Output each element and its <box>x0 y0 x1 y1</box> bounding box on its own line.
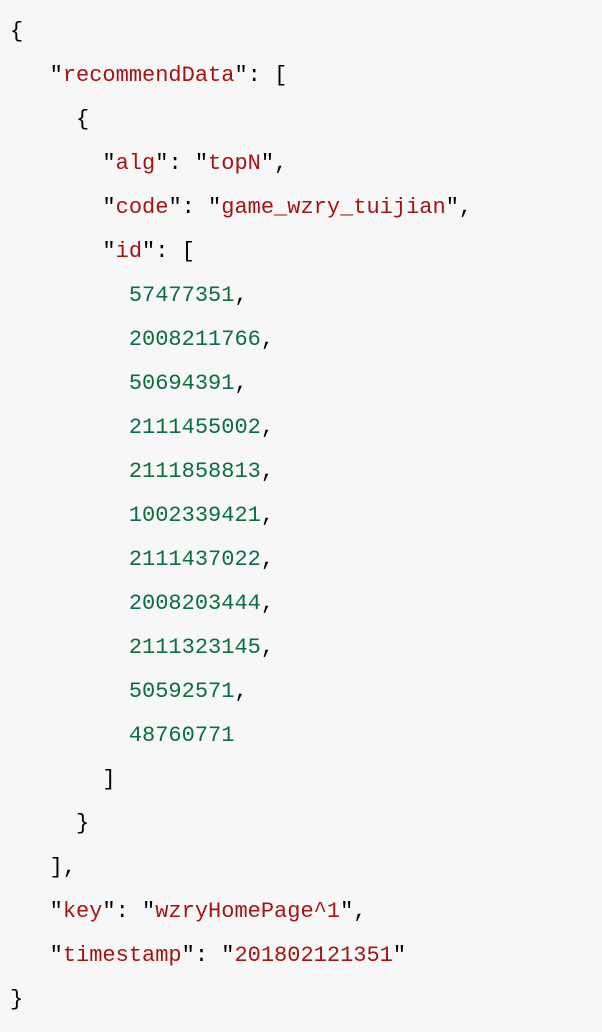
value-timestamp: 201802121351 <box>234 943 392 968</box>
quote: " <box>102 899 115 924</box>
bracket-close: ] <box>102 767 115 792</box>
brace-open: { <box>76 107 89 132</box>
key-id: id <box>116 239 142 264</box>
comma: , <box>274 151 287 176</box>
brace-close: } <box>76 811 89 836</box>
id-value-8: 2111323145 <box>129 635 261 660</box>
quote: " <box>102 239 115 264</box>
colon: : <box>155 239 168 264</box>
key-code: code <box>116 195 169 220</box>
comma: , <box>261 547 274 572</box>
id-value-1: 2008211766 <box>129 327 261 352</box>
comma: , <box>261 503 274 528</box>
id-value-6: 2111437022 <box>129 547 261 572</box>
quote: " <box>234 63 247 88</box>
quote: " <box>155 151 168 176</box>
key-recommendData: recommendData <box>63 63 235 88</box>
id-value-7: 2008203444 <box>129 591 261 616</box>
quote: " <box>102 151 115 176</box>
comma: , <box>234 283 247 308</box>
comma: , <box>261 591 274 616</box>
comma: , <box>261 459 274 484</box>
brace-open: { <box>10 19 23 44</box>
id-value-10: 48760771 <box>129 723 235 748</box>
quote: " <box>142 239 155 264</box>
colon: : <box>116 899 129 924</box>
value-alg: topN <box>208 151 261 176</box>
quote: " <box>50 899 63 924</box>
value-key: wzryHomePage^1 <box>155 899 340 924</box>
id-value-9: 50592571 <box>129 679 235 704</box>
quote: " <box>446 195 459 220</box>
id-value-5: 1002339421 <box>129 503 261 528</box>
json-code-block: { "recommendData": [ { "alg": "topN", "c… <box>10 10 592 1022</box>
comma: , <box>353 899 366 924</box>
value-code: game_wzry_tuijian <box>221 195 445 220</box>
comma: , <box>261 327 274 352</box>
comma: , <box>234 679 247 704</box>
brace-close: } <box>10 987 23 1012</box>
key-timestamp: timestamp <box>63 943 182 968</box>
bracket-open: [ <box>182 239 195 264</box>
quote: " <box>50 63 63 88</box>
comma: , <box>261 415 274 440</box>
quote: " <box>168 195 181 220</box>
quote: " <box>182 943 195 968</box>
colon: : <box>182 195 195 220</box>
quote: " <box>102 195 115 220</box>
colon: : <box>248 63 261 88</box>
colon: : <box>195 943 208 968</box>
comma: , <box>234 371 247 396</box>
id-value-3: 2111455002 <box>129 415 261 440</box>
quote: " <box>221 943 234 968</box>
comma: , <box>459 195 472 220</box>
key-key: key <box>63 899 103 924</box>
quote: " <box>340 899 353 924</box>
id-value-2: 50694391 <box>129 371 235 396</box>
quote: " <box>195 151 208 176</box>
id-value-4: 2111858813 <box>129 459 261 484</box>
bracket-open: [ <box>274 63 287 88</box>
quote: " <box>261 151 274 176</box>
quote: " <box>208 195 221 220</box>
quote: " <box>50 943 63 968</box>
comma: , <box>261 635 274 660</box>
quote: " <box>142 899 155 924</box>
quote: " <box>393 943 406 968</box>
bracket-close: ] <box>50 855 63 880</box>
key-alg: alg <box>116 151 156 176</box>
colon: : <box>168 151 181 176</box>
comma: , <box>63 855 76 880</box>
id-value-0: 57477351 <box>129 283 235 308</box>
